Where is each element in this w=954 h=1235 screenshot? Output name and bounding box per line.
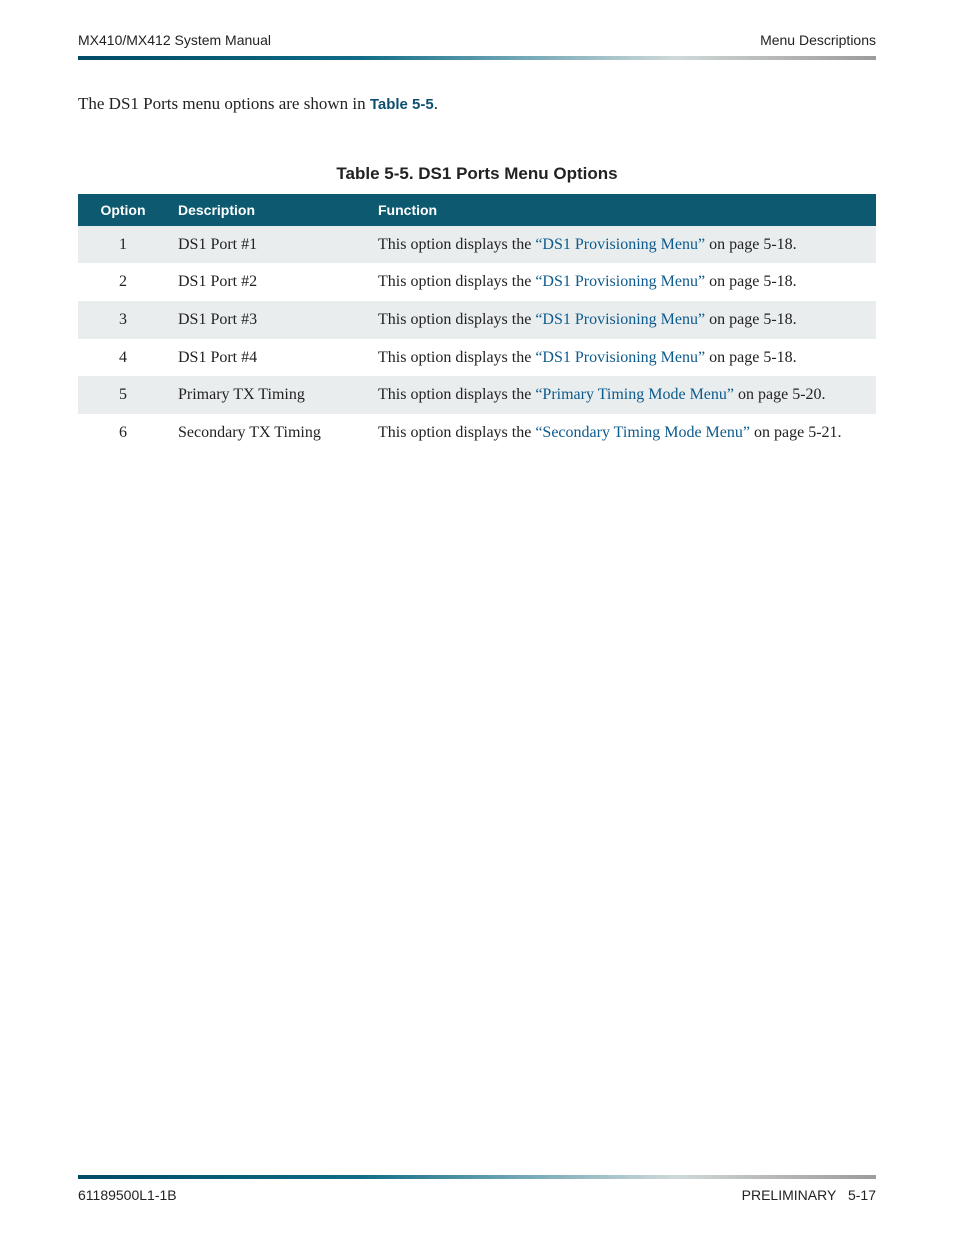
cell-option: 4 [78, 339, 168, 377]
cell-function: This option displays the “Primary Timing… [368, 376, 876, 414]
cell-description: DS1 Port #1 [168, 226, 368, 264]
table-row: 3 DS1 Port #3 This option displays the “… [78, 301, 876, 339]
table-reference-link[interactable]: Table 5-5 [370, 96, 434, 113]
function-before: This option displays the [378, 311, 535, 328]
table-row: 4 DS1 Port #4 This option displays the “… [78, 339, 876, 377]
cell-function: This option displays the “DS1 Provisioni… [368, 339, 876, 377]
cross-reference-link[interactable]: “Secondary Timing Mode Menu” [535, 424, 750, 441]
function-before: This option displays the [378, 273, 535, 290]
cross-reference-link[interactable]: “Primary Timing Mode Menu” [535, 386, 734, 403]
function-after: on page 5-18. [705, 311, 797, 328]
function-before: This option displays the [378, 349, 535, 366]
intro-suffix: . [434, 94, 438, 113]
table-row: 1 DS1 Port #1 This option displays the “… [78, 226, 876, 264]
footer-right: PRELIMINARY 5-17 [742, 1187, 876, 1203]
cross-reference-link[interactable]: “DS1 Provisioning Menu” [535, 273, 705, 290]
footer-page-number: 5-17 [848, 1187, 876, 1203]
col-header-description: Description [168, 194, 368, 226]
cell-function: This option displays the “DS1 Provisioni… [368, 301, 876, 339]
intro-prefix: The DS1 Ports menu options are shown in [78, 94, 370, 113]
cell-option: 6 [78, 414, 168, 452]
cell-option: 3 [78, 301, 168, 339]
cell-description: DS1 Port #4 [168, 339, 368, 377]
function-after: on page 5-20. [734, 386, 826, 403]
function-after: on page 5-21. [750, 424, 842, 441]
cross-reference-link[interactable]: “DS1 Provisioning Menu” [535, 236, 705, 253]
table-caption: Table 5-5. DS1 Ports Menu Options [78, 164, 876, 184]
cell-description: DS1 Port #2 [168, 263, 368, 301]
function-before: This option displays the [378, 386, 535, 403]
table-row: 2 DS1 Port #2 This option displays the “… [78, 263, 876, 301]
footer-rule [78, 1175, 876, 1179]
page-footer: 61189500L1-1B PRELIMINARY 5-17 [78, 1175, 876, 1203]
ds1-ports-table: Option Description Function 1 DS1 Port #… [78, 194, 876, 452]
cell-option: 1 [78, 226, 168, 264]
cell-description: Primary TX Timing [168, 376, 368, 414]
function-after: on page 5-18. [705, 273, 797, 290]
cell-description: DS1 Port #3 [168, 301, 368, 339]
cross-reference-link[interactable]: “DS1 Provisioning Menu” [535, 349, 705, 366]
header-left: MX410/MX412 System Manual [78, 32, 271, 48]
page-header: MX410/MX412 System Manual Menu Descripti… [78, 32, 876, 48]
footer-status: PRELIMINARY [742, 1187, 837, 1203]
cell-option: 5 [78, 376, 168, 414]
intro-paragraph: The DS1 Ports menu options are shown in … [78, 92, 876, 116]
cell-option: 2 [78, 263, 168, 301]
cross-reference-link[interactable]: “DS1 Provisioning Menu” [535, 311, 705, 328]
header-right: Menu Descriptions [760, 32, 876, 48]
function-after: on page 5-18. [705, 349, 797, 366]
function-before: This option displays the [378, 424, 535, 441]
col-header-function: Function [368, 194, 876, 226]
table-row: 6 Secondary TX Timing This option displa… [78, 414, 876, 452]
function-before: This option displays the [378, 236, 535, 253]
footer-left: 61189500L1-1B [78, 1187, 177, 1203]
cell-function: This option displays the “DS1 Provisioni… [368, 226, 876, 264]
table-row: 5 Primary TX Timing This option displays… [78, 376, 876, 414]
col-header-option: Option [78, 194, 168, 226]
cell-function: This option displays the “Secondary Timi… [368, 414, 876, 452]
function-after: on page 5-18. [705, 236, 797, 253]
table-header-row: Option Description Function [78, 194, 876, 226]
cell-description: Secondary TX Timing [168, 414, 368, 452]
cell-function: This option displays the “DS1 Provisioni… [368, 263, 876, 301]
header-rule [78, 56, 876, 60]
